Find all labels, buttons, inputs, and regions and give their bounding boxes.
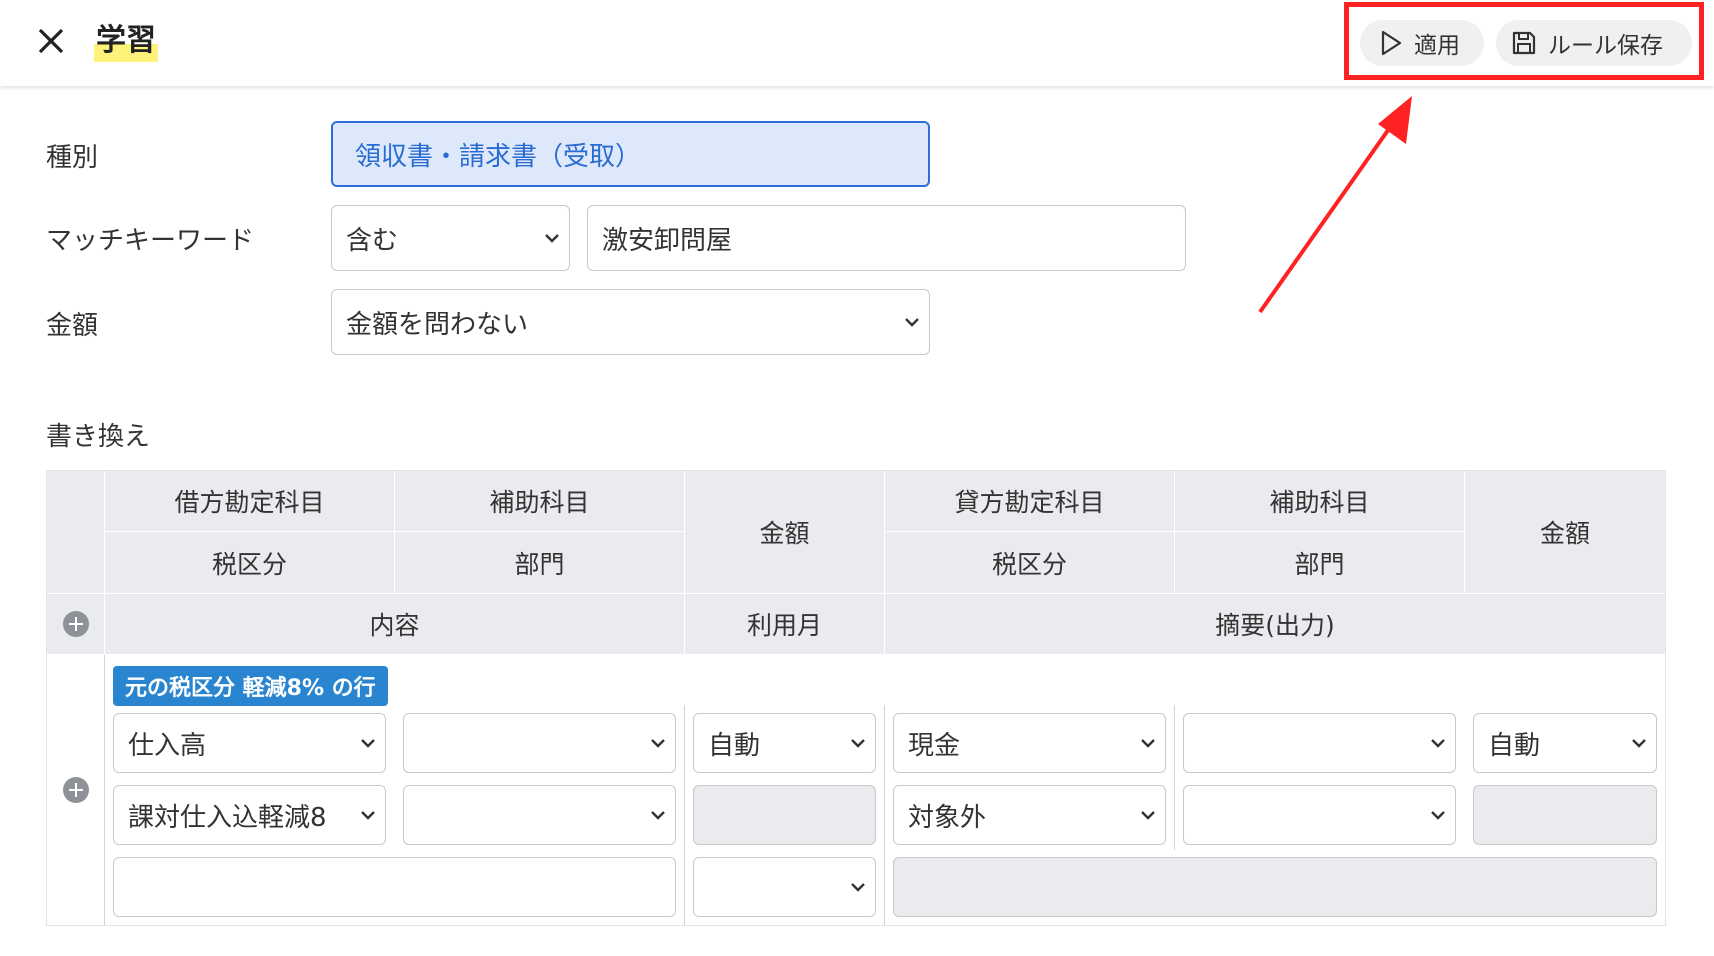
credit-sub-select[interactable] — [1183, 713, 1456, 773]
divider — [104, 655, 105, 925]
debit-tax-value: 課対仕入込軽減8 — [128, 802, 327, 833]
type-value: 領収書・請求書（受取） — [355, 141, 642, 172]
amount-label: 金額 — [46, 311, 99, 341]
debit-amount-disabled — [693, 785, 876, 845]
credit-account-select[interactable]: 現金 — [893, 713, 1166, 773]
divider — [684, 705, 685, 925]
amount-condition-value: 金額を問わない — [346, 309, 529, 340]
header-amount-left: 金額 — [685, 471, 884, 593]
chevron-down-icon — [1141, 739, 1155, 748]
chevron-down-icon — [651, 739, 665, 748]
chevron-down-icon — [361, 739, 375, 748]
header-debit-account: 借方勘定科目 — [105, 471, 394, 531]
tax-rate-badge: 元の税区分 軽減8% の行 — [113, 666, 388, 706]
chevron-down-icon — [651, 811, 665, 820]
add-rule-icon[interactable] — [63, 611, 89, 637]
keyword-label: マッチキーワード — [46, 226, 255, 256]
chevron-down-icon — [851, 739, 865, 748]
chevron-down-icon — [1141, 811, 1155, 820]
credit-tax-value: 対象外 — [908, 802, 987, 833]
debit-amount-value: 自動 — [708, 730, 761, 761]
credit-tax-select[interactable]: 対象外 — [893, 785, 1166, 845]
header-memo: 摘要(出力) — [885, 594, 1665, 654]
header-amount-right: 金額 — [1465, 471, 1665, 593]
header-debit-sub: 補助科目 — [395, 471, 684, 531]
debit-tax-select[interactable]: 課対仕入込軽減8 — [113, 785, 386, 845]
top-bar: 学習 適用 ルール保存 — [0, 0, 1714, 86]
debit-amount-select[interactable]: 自動 — [693, 713, 876, 773]
chevron-down-icon — [1632, 739, 1646, 748]
close-icon[interactable] — [34, 24, 68, 58]
debit-dept-select[interactable] — [403, 785, 676, 845]
chevron-down-icon — [1431, 811, 1445, 820]
chevron-down-icon — [1431, 739, 1445, 748]
type-label: 種別 — [46, 143, 99, 173]
credit-amount-select[interactable]: 自動 — [1473, 713, 1657, 773]
header-credit-sub: 補助科目 — [1175, 471, 1464, 531]
divider — [1174, 705, 1175, 850]
credit-dept-select[interactable] — [1183, 785, 1456, 845]
divider — [884, 705, 885, 925]
amount-condition-select[interactable]: 金額を問わない — [331, 289, 930, 355]
usage-month-select[interactable] — [693, 857, 876, 917]
credit-account-value: 現金 — [908, 730, 961, 761]
add-row-icon[interactable] — [63, 777, 89, 803]
credit-amount-disabled — [1473, 785, 1657, 845]
content-input[interactable] — [113, 857, 676, 917]
debit-account-value: 仕入高 — [128, 730, 207, 761]
chevron-down-icon — [851, 883, 865, 892]
annotation-highlight-box — [1344, 2, 1704, 80]
page-title: 学習 — [94, 22, 158, 62]
credit-amount-value: 自動 — [1488, 730, 1541, 761]
header-corner — [47, 471, 104, 593]
header-credit-tax: 税区分 — [885, 532, 1174, 593]
memo-output-field — [893, 857, 1657, 917]
keyword-input[interactable]: 激安卸問屋 — [587, 205, 1186, 271]
annotation-arrow-icon — [1258, 96, 1412, 314]
header-content: 内容 — [105, 594, 684, 654]
chevron-down-icon — [361, 811, 375, 820]
debit-sub-select[interactable] — [403, 713, 676, 773]
header-credit-account: 貸方勘定科目 — [885, 471, 1174, 531]
debit-account-select[interactable]: 仕入高 — [113, 713, 386, 773]
header-credit-dept: 部門 — [1175, 532, 1464, 593]
header-debit-dept: 部門 — [395, 532, 684, 593]
keyword-condition-value: 含む — [346, 225, 399, 256]
header-debit-tax: 税区分 — [105, 532, 394, 593]
header-usage-month: 利用月 — [685, 594, 884, 654]
type-field[interactable]: 領収書・請求書（受取） — [331, 121, 930, 187]
rewrite-section-label: 書き換え — [46, 422, 151, 452]
keyword-value: 激安卸問屋 — [602, 225, 733, 256]
keyword-condition-select[interactable]: 含む — [331, 205, 570, 271]
chevron-down-icon — [905, 318, 919, 327]
chevron-down-icon — [545, 234, 559, 243]
